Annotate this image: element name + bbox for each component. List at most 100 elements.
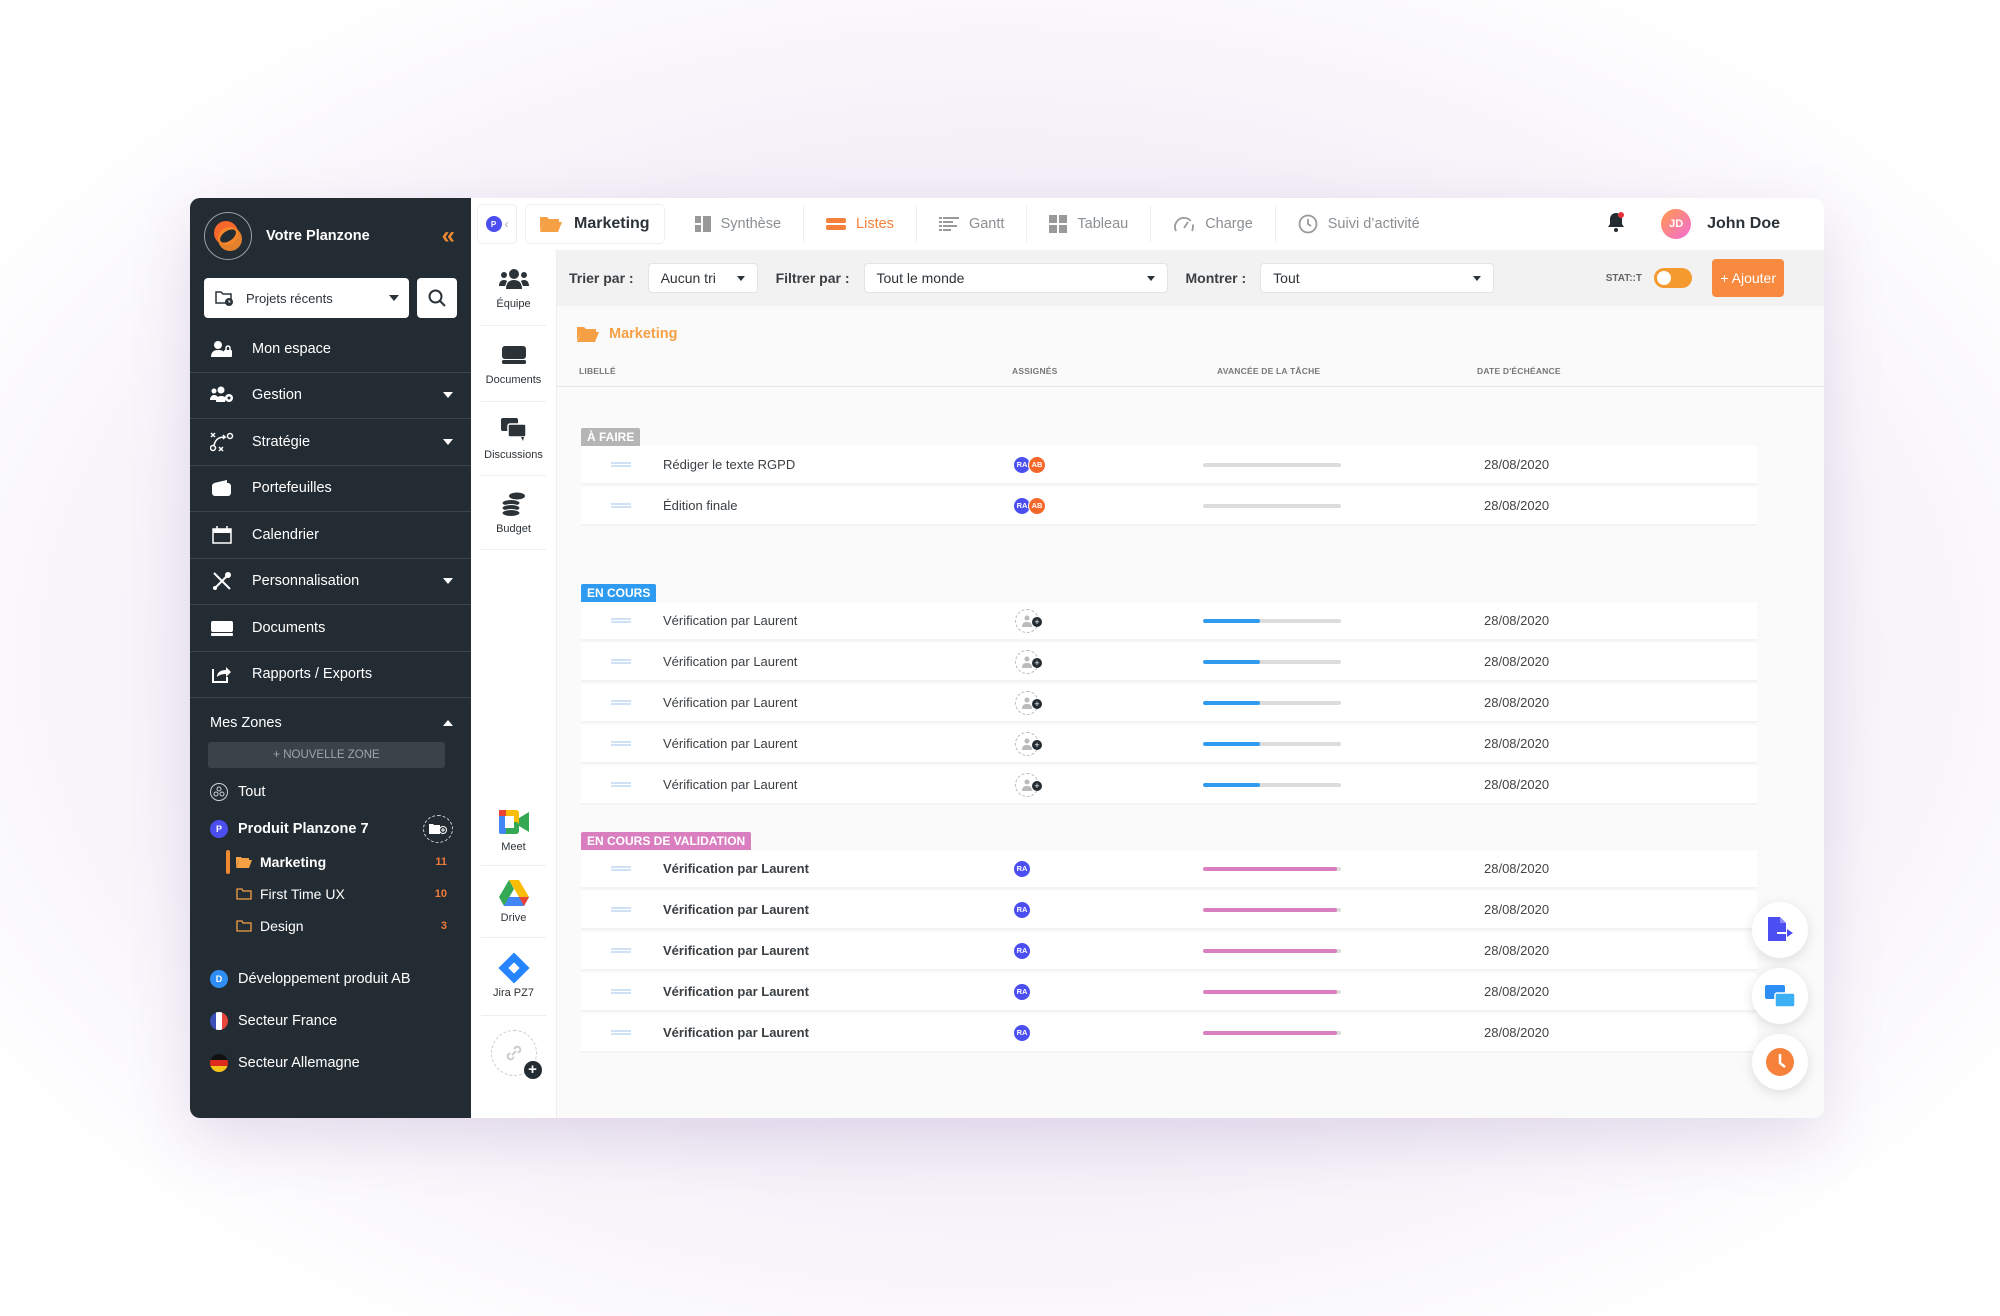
show-select[interactable]: Tout (1260, 263, 1495, 293)
task-label[interactable]: Rédiger le texte RGPD (663, 457, 795, 472)
subproject-first-time-ux[interactable]: First Time UX 10 (190, 878, 471, 910)
tab-tableau[interactable]: Tableau (1027, 206, 1152, 242)
assignees[interactable]: + (1015, 731, 1042, 756)
task-label[interactable]: Vérification par Laurent (663, 777, 797, 792)
drag-handle-icon[interactable] (611, 700, 631, 705)
statut-toggle[interactable] (1654, 268, 1692, 288)
add-folder-button[interactable] (423, 815, 453, 843)
column-header-libelle[interactable]: LIBELLÉ (579, 366, 616, 376)
quick-budget[interactable]: Budget (481, 476, 546, 550)
sort-select[interactable]: Aucun tri (647, 263, 758, 293)
drag-handle-icon[interactable] (611, 1030, 631, 1035)
assignees[interactable]: RA (1013, 982, 1031, 1001)
sidebar-item-rapports-exports[interactable]: Rapports / Exports (190, 652, 471, 698)
quick-discussions[interactable]: Discussions (481, 402, 546, 476)
task-row[interactable]: Édition finale RA AB 28/08/2020 (581, 487, 1757, 526)
assignees[interactable]: + (1015, 690, 1042, 715)
tab-gantt[interactable]: Gantt (917, 206, 1028, 242)
due-date[interactable]: 28/08/2020 (1484, 457, 1549, 472)
sidebar-item-gestion[interactable]: Gestion (190, 373, 471, 419)
add-assignee-button[interactable]: + (1015, 690, 1042, 715)
task-row[interactable]: Vérification par Laurent RA 28/08/2020 (581, 891, 1757, 930)
task-row[interactable]: Rédiger le texte RGPD RA AB 28/08/2020 (581, 446, 1757, 485)
integration-drive[interactable]: Drive (481, 866, 546, 938)
add-assignee-button[interactable]: + (1015, 772, 1042, 797)
screen-share-button[interactable] (1752, 968, 1808, 1024)
assignees[interactable]: + (1015, 608, 1042, 633)
tab-suivi-activite[interactable]: Suivi d’activité (1276, 206, 1442, 242)
timer-button[interactable] (1752, 1034, 1808, 1090)
assignees[interactable]: RA AB (1013, 496, 1046, 515)
assignee-avatar[interactable]: RA (1013, 900, 1031, 919)
assignees[interactable]: RA AB (1013, 455, 1046, 474)
task-row[interactable]: Vérification par Laurent RA 28/08/2020 (581, 932, 1757, 971)
notifications-bell-icon[interactable] (1607, 211, 1625, 237)
column-header-assignes[interactable]: ASSIGNÉS (1012, 366, 1058, 376)
task-label[interactable]: Vérification par Laurent (663, 943, 809, 958)
drag-handle-icon[interactable] (611, 659, 631, 664)
sidebar-item-personnalisation[interactable]: Personnalisation (190, 559, 471, 605)
filter-select[interactable]: Tout le monde (863, 263, 1168, 293)
quick-team[interactable]: Équipe (481, 250, 546, 326)
task-label[interactable]: Vérification par Laurent (663, 654, 797, 669)
task-label[interactable]: Vérification par Laurent (663, 1025, 809, 1040)
task-label[interactable]: Vérification par Laurent (663, 695, 797, 710)
task-row[interactable]: Vérification par Laurent RA 28/08/2020 (581, 1014, 1757, 1053)
add-button[interactable]: + Ajouter (1712, 259, 1784, 297)
assignees[interactable]: RA (1013, 1023, 1031, 1042)
assignee-avatar[interactable]: RA (1013, 859, 1031, 878)
sidebar-item-mon-espace[interactable]: Mon espace (190, 326, 471, 373)
group-badge[interactable]: EN COURS (581, 584, 657, 602)
sidebar-item-strategie[interactable]: Stratégie (190, 419, 471, 466)
task-row[interactable]: Vérification par Laurent RA 28/08/2020 (581, 850, 1757, 889)
integration-meet[interactable]: Meet (481, 796, 546, 866)
assignees[interactable]: RA (1013, 859, 1031, 878)
due-date[interactable]: 28/08/2020 (1484, 984, 1549, 999)
user-avatar[interactable]: JD (1661, 209, 1692, 239)
zone-produit-planzone-7[interactable]: P Produit Planzone 7 (190, 812, 471, 846)
assignee-avatar[interactable]: RA (1013, 1023, 1031, 1042)
drag-handle-icon[interactable] (611, 741, 631, 746)
task-row[interactable]: Vérification par Laurent +28/08/2020 (581, 684, 1757, 723)
sidebar-item-portefeuilles[interactable]: Portefeuilles (190, 466, 471, 512)
group-badge[interactable]: À FAIRE (581, 428, 641, 446)
due-date[interactable]: 28/08/2020 (1484, 777, 1549, 792)
assignees[interactable]: RA (1013, 900, 1031, 919)
quick-documents[interactable]: Documents (481, 326, 546, 402)
drag-handle-icon[interactable] (611, 948, 631, 953)
sidebar-item-calendrier[interactable]: Calendrier (190, 512, 471, 559)
collapse-sidebar-icon[interactable]: « (442, 222, 456, 250)
due-date[interactable]: 28/08/2020 (1484, 861, 1549, 876)
add-assignee-button[interactable]: + (1015, 731, 1042, 756)
drag-handle-icon[interactable] (611, 989, 631, 994)
due-date[interactable]: 28/08/2020 (1484, 902, 1549, 917)
task-label[interactable]: Vérification par Laurent (663, 736, 797, 751)
assignee-avatar[interactable]: RA (1013, 941, 1031, 960)
zone-secteur-allemagne[interactable]: Secteur Allemagne (190, 1042, 471, 1084)
sidebar-item-documents[interactable]: Documents (190, 605, 471, 652)
drag-handle-icon[interactable] (611, 618, 631, 623)
due-date[interactable]: 28/08/2020 (1484, 613, 1549, 628)
column-header-avancee[interactable]: AVANCÉE DE LA TÂCHE (1217, 366, 1320, 376)
current-project[interactable]: Marketing (525, 204, 665, 244)
export-document-button[interactable] (1752, 902, 1808, 958)
task-label[interactable]: Vérification par Laurent (663, 613, 797, 628)
subproject-marketing[interactable]: Marketing 11 (190, 846, 471, 878)
subproject-design[interactable]: Design 3 (190, 910, 471, 942)
drag-handle-icon[interactable] (611, 866, 631, 871)
zone-developpement-produit-ab[interactable]: D Développement produit AB (190, 958, 471, 1000)
task-row[interactable]: Vérification par Laurent +28/08/2020 (581, 643, 1757, 682)
drag-handle-icon[interactable] (611, 782, 631, 787)
zone-secteur-france[interactable]: Secteur France (190, 1000, 471, 1042)
search-button[interactable] (417, 278, 457, 318)
tab-listes[interactable]: Listes (804, 206, 917, 242)
task-label[interactable]: Vérification par Laurent (663, 902, 809, 917)
integration-jira[interactable]: Jira PZ7 (481, 938, 546, 1016)
due-date[interactable]: 28/08/2020 (1484, 654, 1549, 669)
tab-synthese[interactable]: Synthèse (673, 206, 805, 242)
recent-projects-select[interactable]: Projets récents (204, 278, 409, 318)
due-date[interactable]: 28/08/2020 (1484, 695, 1549, 710)
assignee-avatar[interactable]: AB (1028, 496, 1046, 515)
zone-all[interactable]: Tout (190, 772, 471, 812)
assignees[interactable]: RA (1013, 941, 1031, 960)
